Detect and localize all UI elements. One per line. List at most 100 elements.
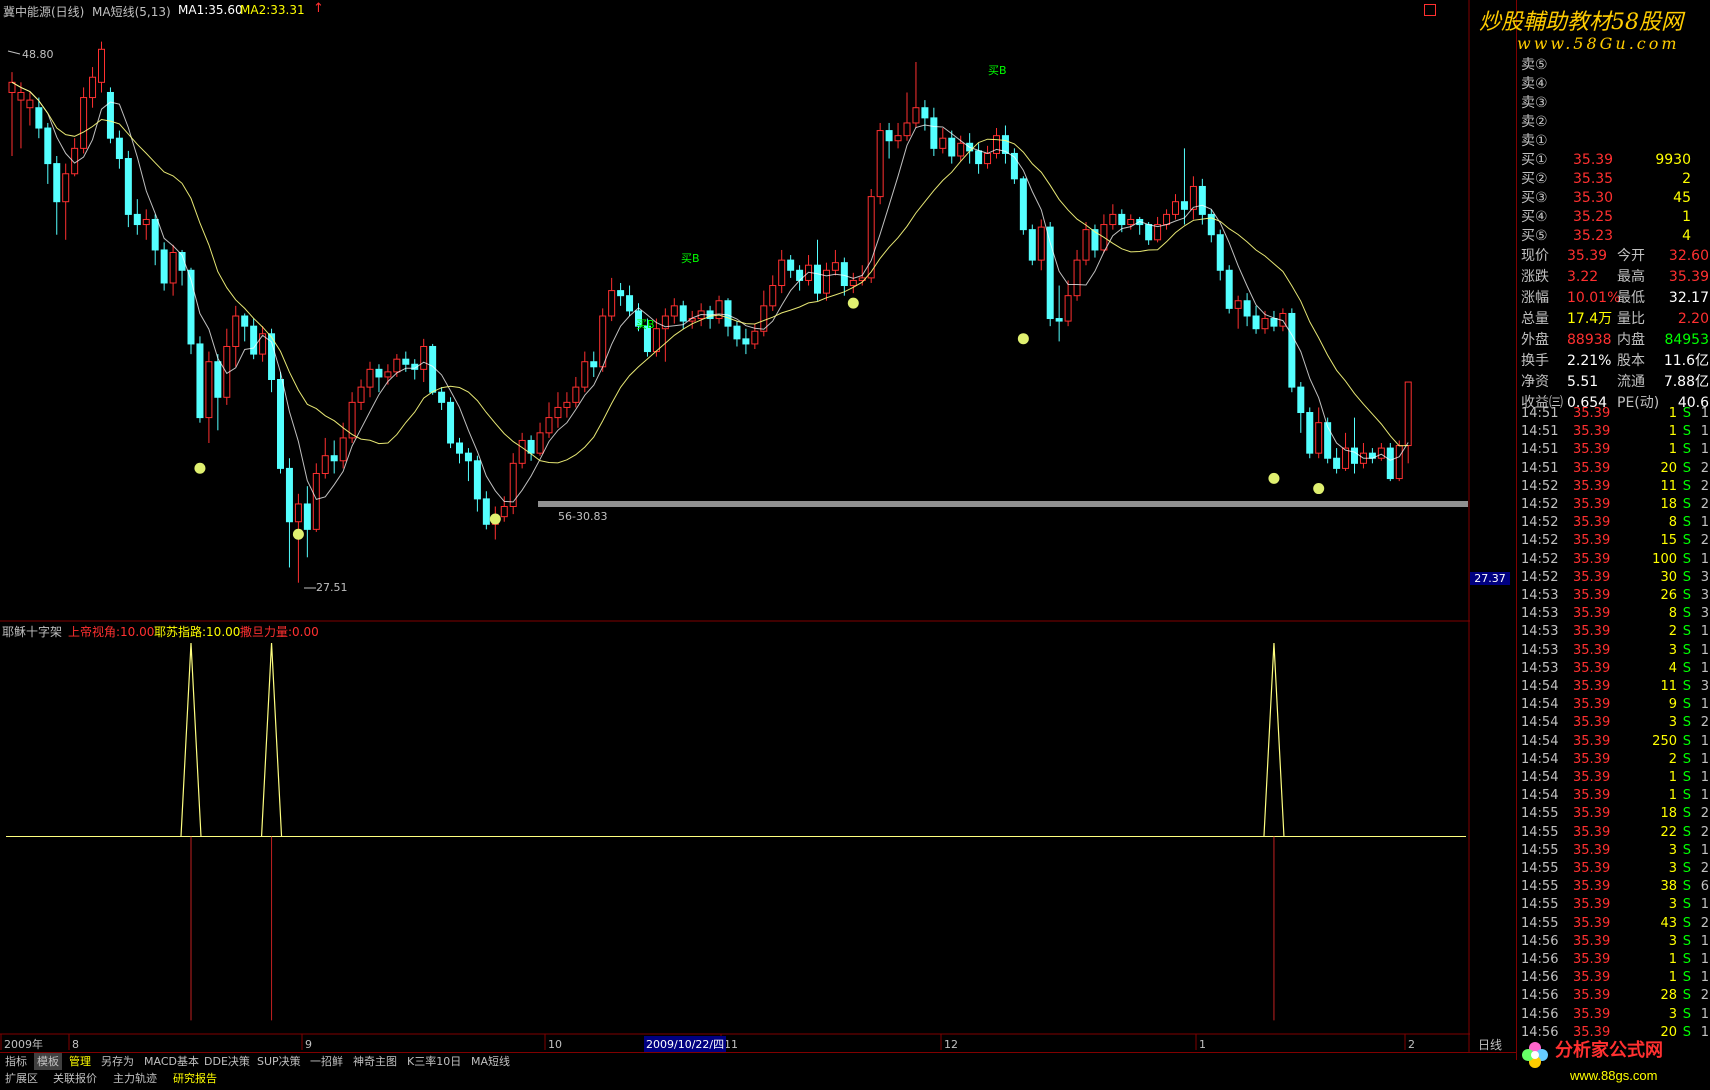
tick-side: S — [1682, 533, 1691, 549]
tick-side: S — [1682, 406, 1691, 421]
stat-key: 总量 — [1521, 311, 1549, 327]
candle-body — [572, 386, 580, 403]
ext-tab-2[interactable]: 主力轨迹 — [110, 1070, 160, 1087]
tick-row[interactable]: 14:53 35.39 2 S 1 — [1517, 623, 1710, 641]
tick-vol: 1 — [1668, 770, 1677, 785]
candle-body — [1333, 457, 1341, 469]
tick-row[interactable]: 14:51 35.39 1 S 1 — [1517, 423, 1710, 441]
tick-row[interactable]: 14:52 35.39 8 S 1 — [1517, 514, 1710, 532]
ext-tab-0[interactable]: 扩展区 — [2, 1070, 41, 1087]
tick-row[interactable]: 14:54 35.39 2 S 1 — [1517, 751, 1710, 769]
tick-row[interactable]: 14:55 35.39 22 S 2 — [1517, 824, 1710, 842]
tick-row[interactable]: 14:56 35.39 3 S 1 — [1517, 933, 1710, 951]
tab-4[interactable]: MACD基本 — [141, 1053, 202, 1070]
tick-row[interactable]: 14:52 35.39 100 S 1 — [1517, 551, 1710, 569]
tick-count: 1 — [1700, 842, 1709, 858]
tick-count: 1 — [1700, 660, 1709, 676]
tick-row[interactable]: 14:56 35.39 3 S 1 — [1517, 1006, 1710, 1024]
ma2-value: MA2:33.31 — [240, 3, 305, 17]
tick-row[interactable]: 14:52 35.39 30 S 3 — [1517, 569, 1710, 587]
tick-row[interactable]: 14:54 35.39 1 S 1 — [1517, 769, 1710, 787]
tick-row[interactable]: 14:56 35.39 1 S 1 — [1517, 969, 1710, 987]
corner-box-icon[interactable] — [1424, 4, 1436, 16]
tick-row[interactable]: 14:54 35.39 11 S 3 — [1517, 678, 1710, 696]
tick-row[interactable]: 14:55 35.39 3 S 1 — [1517, 896, 1710, 914]
tick-row[interactable]: 14:55 35.39 3 S 1 — [1517, 842, 1710, 860]
tick-row[interactable]: 14:53 35.39 3 S 1 — [1517, 642, 1710, 660]
tick-time: 14:54 — [1521, 679, 1559, 694]
tick-count: 3 — [1700, 606, 1709, 622]
tick-vol: 11 — [1660, 679, 1677, 694]
ext-tab-3[interactable]: 研究报告 — [170, 1070, 220, 1087]
tick-row[interactable]: 14:52 35.39 15 S 2 — [1517, 532, 1710, 550]
chart-area[interactable]: 48.0047.0046.0045.0044.0043.0042.0041.00… — [0, 0, 1510, 1060]
candle-body — [1172, 201, 1179, 215]
tick-row[interactable]: 14:55 35.39 43 S 2 — [1517, 915, 1710, 933]
tick-count: 1 — [1700, 642, 1709, 658]
tick-row[interactable]: 14:54 35.39 250 S 1 — [1517, 733, 1710, 751]
candle-body — [447, 401, 455, 444]
candle-body — [277, 379, 284, 469]
candle-body — [1315, 422, 1323, 454]
tick-row[interactable]: 14:52 35.39 11 S 2 — [1517, 478, 1710, 496]
tick-row[interactable]: 14:52 35.39 18 S 2 — [1517, 496, 1710, 514]
stat-value: 3.22 — [1567, 269, 1599, 285]
candle-body — [473, 460, 481, 500]
tick-row[interactable]: 14:54 35.39 3 S 2 — [1517, 714, 1710, 732]
tick-time: 14:56 — [1521, 933, 1559, 949]
tick-side: S — [1682, 952, 1691, 967]
tick-row[interactable]: 14:51 35.39 1 S 1 — [1517, 441, 1710, 459]
ma-line-5 — [11, 81, 1409, 503]
tab-8[interactable]: 神奇主图 — [350, 1053, 400, 1070]
candle-body — [124, 158, 132, 215]
tick-price: 35.39 — [1573, 842, 1611, 858]
candle-body — [751, 330, 759, 345]
tick-row[interactable]: 14:53 35.39 26 S 3 — [1517, 587, 1710, 605]
tick-row[interactable]: 14:54 35.39 9 S 1 — [1517, 696, 1710, 714]
candle-body — [1145, 224, 1153, 241]
tick-row[interactable]: 14:51 35.39 1 S 1 — [1517, 405, 1710, 423]
tick-row[interactable]: 14:53 35.39 8 S 3 — [1517, 605, 1710, 623]
candle-body — [160, 249, 168, 284]
tick-price: 35.39 — [1573, 897, 1611, 913]
period-label[interactable]: 日线 — [1478, 1036, 1502, 1053]
tick-time: 14:54 — [1521, 770, 1559, 785]
tab-10[interactable]: MA短线 — [468, 1053, 513, 1070]
tick-vol: 1 — [1668, 970, 1677, 986]
tick-row[interactable]: 14:55 35.39 18 S 2 — [1517, 805, 1710, 823]
tab-9[interactable]: K三率10日 — [404, 1053, 464, 1070]
tab-1[interactable]: 模板 — [34, 1053, 62, 1070]
tick-row[interactable]: 14:53 35.39 4 S 1 — [1517, 660, 1710, 678]
ext-tab-1[interactable]: 关联报价 — [50, 1070, 100, 1087]
candle-body — [1189, 185, 1197, 210]
tick-vol: 1 — [1668, 952, 1677, 967]
candle-body — [1234, 300, 1242, 309]
sell-level: 卖④ — [1521, 76, 1548, 92]
tab-0[interactable]: 指标 — [2, 1053, 30, 1070]
tick-row[interactable]: 14:56 35.39 1 S 1 — [1517, 951, 1710, 969]
tick-row[interactable]: 14:56 35.39 28 S 2 — [1517, 987, 1710, 1005]
tick-row[interactable]: 14:55 35.39 3 S 2 — [1517, 860, 1710, 878]
tick-vol: 250 — [1652, 733, 1677, 749]
tick-count: 1 — [1700, 697, 1709, 713]
tick-side: S — [1682, 806, 1691, 822]
tick-count: 2 — [1700, 824, 1709, 840]
tick-price: 35.39 — [1573, 424, 1611, 440]
tab-7[interactable]: 一招鲜 — [307, 1053, 346, 1070]
tab-2[interactable]: 管理 — [66, 1053, 94, 1070]
tick-row[interactable]: 14:54 35.39 1 S 1 — [1517, 787, 1710, 805]
tick-count: 1 — [1700, 406, 1709, 421]
tick-row[interactable]: 14:51 35.39 20 S 2 — [1517, 460, 1710, 478]
kline-chart[interactable]: 48.0047.0046.0045.0044.0043.0042.0041.00… — [0, 0, 1470, 1060]
buy-level-price: 35.35 — [1573, 171, 1614, 187]
tab-3[interactable]: 另存为 — [98, 1053, 137, 1070]
tick-count: 1 — [1700, 933, 1709, 949]
tick-row[interactable]: 14:55 35.39 38 S 6 — [1517, 878, 1710, 896]
tick-time: 14:56 — [1521, 1006, 1559, 1022]
tab-6[interactable]: SUP决策 — [254, 1053, 304, 1070]
sell-level: 卖② — [1521, 114, 1548, 130]
candle-body — [80, 97, 88, 149]
tab-5[interactable]: DDE决策 — [201, 1053, 253, 1070]
tick-vol: 3 — [1668, 1006, 1677, 1022]
tick-price: 35.39 — [1573, 606, 1611, 622]
